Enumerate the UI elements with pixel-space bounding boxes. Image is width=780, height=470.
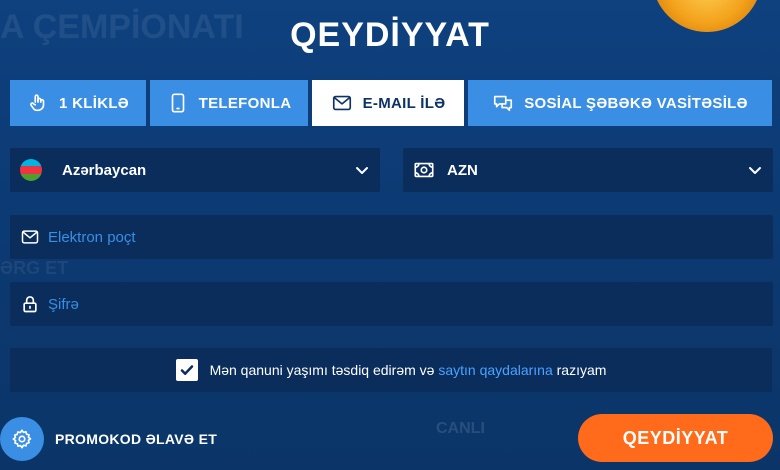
envelope-icon — [21, 230, 39, 244]
email-placeholder: Elektron poçt — [48, 228, 136, 246]
background-ghost-text: CANLI — [436, 420, 485, 437]
register-submit-button[interactable]: QEYDİYYAT — [578, 414, 773, 462]
tab-label: TELEFONLA — [198, 94, 292, 112]
tap-finger-icon — [30, 94, 45, 112]
agreement-checkbox[interactable] — [175, 359, 198, 381]
azerbaijan-flag-icon — [20, 159, 42, 181]
chevron-down-icon — [356, 167, 368, 174]
chevron-down-icon — [749, 167, 761, 174]
agreement-row: Mən qanuni yaşımı təsdiq edirəm və saytı… — [10, 348, 772, 392]
currency-select[interactable]: AZN — [403, 148, 773, 192]
checkmark-icon — [180, 365, 193, 375]
background-watermark-text-2: ƏRG ET — [0, 258, 69, 278]
tab-label: SOSİAL ŞƏBƏKƏ VASİTƏSİLƏ — [524, 94, 748, 112]
password-placeholder: Şifrə — [48, 295, 79, 313]
tab-email[interactable]: E-MAIL İLƏ — [312, 80, 464, 126]
tab-social[interactable]: SOSİAL ŞƏBƏKƏ VASİTƏSİLƏ — [468, 80, 772, 126]
promo-code-toggle[interactable]: PROMOKOD ƏLAVƏ ET — [0, 414, 217, 464]
chat-bubbles-icon — [494, 95, 513, 112]
agreement-text-before: Mən qanuni yaşımı təsdiq edirəm və — [209, 362, 439, 378]
country-value: Azərbaycan — [62, 161, 147, 179]
banknote-icon — [414, 162, 434, 178]
tab-label: 1 KLİKLƏ — [59, 94, 129, 112]
phone-icon — [171, 93, 184, 113]
password-field[interactable]: Şifrə — [10, 282, 773, 326]
promo-code-label: PROMOKOD ƏLAVƏ ET — [55, 431, 218, 447]
tab-label: E-MAIL İLƏ — [362, 94, 446, 112]
page-title: QEYDİYYAT — [290, 16, 490, 54]
tab-one-click[interactable]: 1 KLİKLƏ — [10, 80, 146, 126]
registration-method-tabs: 1 KLİKLƏ TELEFONLA E-MAIL İLƏ SOSİAL ŞƏB… — [10, 80, 772, 126]
tab-phone[interactable]: TELEFONLA — [150, 80, 308, 126]
gear-icon — [0, 417, 44, 461]
lock-icon — [23, 296, 37, 313]
envelope-icon — [332, 95, 351, 111]
email-field[interactable]: Elektron poçt — [10, 215, 773, 259]
country-select[interactable]: Azərbaycan — [10, 148, 380, 192]
currency-value: AZN — [447, 161, 478, 179]
agreement-text-after: razıyam — [552, 362, 607, 378]
rules-link[interactable]: saytın qaydalarına — [438, 362, 552, 378]
agreement-text: Mən qanuni yaşımı təsdiq edirəm və saytı… — [210, 362, 607, 378]
